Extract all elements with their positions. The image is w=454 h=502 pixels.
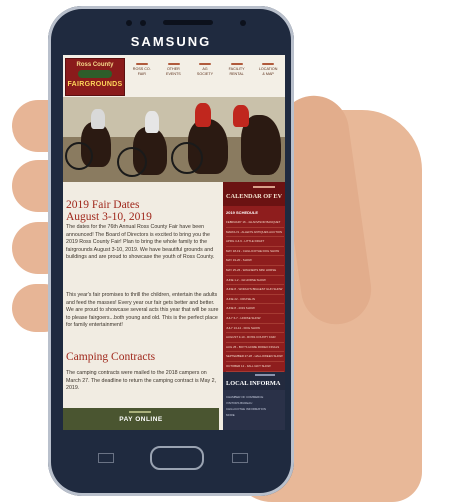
hero-image xyxy=(63,97,285,182)
back-key[interactable] xyxy=(232,453,248,463)
camping-heading: Camping Contracts xyxy=(66,351,156,363)
logo-line1: Ross County xyxy=(76,62,114,68)
local-info-link[interactable]: MORE xyxy=(226,412,284,418)
calendar-title: CALENDAR OF EV xyxy=(226,193,283,200)
schedule-label: 2019 SCHEDULE xyxy=(226,210,259,215)
nav-ornament xyxy=(262,63,275,65)
pay-online-button[interactable]: PAY ONLINE xyxy=(63,408,219,430)
logo-line2: FAIRGROUNDS xyxy=(67,81,123,88)
nav-label: RENTAL xyxy=(229,72,244,76)
rider-shape xyxy=(91,109,105,129)
nav-item-ross-co-fair[interactable]: ROSS CO. FAIR xyxy=(126,63,158,91)
pay-online-label: PAY ONLINE xyxy=(119,416,163,423)
local-ornament xyxy=(255,374,275,376)
local-info-title: LOCAL INFORMA xyxy=(226,380,281,387)
pay-ornament xyxy=(129,411,151,413)
nav-ornament xyxy=(199,63,212,65)
phone-screen: Ross County FAIRGROUNDS ROSS CO. FAIR OT… xyxy=(63,55,285,430)
calendar-event-link[interactable]: JUNE 8 - WORLD'S BIGGEST GUN SHOW xyxy=(226,285,284,295)
nav-label: & MAP xyxy=(262,72,274,76)
phone-brand: SAMSUNG xyxy=(130,34,212,49)
logo-emblem xyxy=(78,70,112,78)
calendar-event-link[interactable]: JUNE 1-2 - 4H HORSE SHOW xyxy=(226,276,284,286)
nav-label: FAIR xyxy=(137,72,146,76)
nav-item-location-map[interactable]: LOCATION & MAP xyxy=(252,63,284,91)
main-content: 2019 Fair Dates August 3-10, 2019 The da… xyxy=(63,182,223,430)
nav-item-other-events[interactable]: OTHER EVENTS xyxy=(158,63,190,91)
rider-shape xyxy=(145,111,159,133)
nav-item-facility-rental[interactable]: FACILITY RENTAL xyxy=(221,63,253,91)
camping-text: The camping contracts were mailed to the… xyxy=(66,370,217,392)
nav-ornament xyxy=(230,63,243,65)
nav-ornament xyxy=(167,63,180,65)
calendar-event-link[interactable]: APRIL 4 & 6 - LITTLE DRAFT xyxy=(226,237,284,247)
fair-dates-heading: 2019 Fair Dates August 3-10, 2019 xyxy=(66,199,218,223)
calendar-list: FEBRUARY 16 - 4H ADVISOR BANQUET MARCH 9 … xyxy=(226,218,284,391)
main-nav: ROSS CO. FAIR OTHER EVENTS AG SOCIETY FA… xyxy=(126,63,284,91)
site-header: Ross County FAIRGROUNDS ROSS CO. FAIR OT… xyxy=(63,55,285,98)
calendar-event-link[interactable]: SEPTEMBER 27-28 - HALLOWEEN SHOW xyxy=(226,352,284,362)
camera-dot xyxy=(126,20,132,26)
nav-label: SOCIETY xyxy=(196,72,214,76)
calendar-event-link[interactable]: MAY 18-19 - CHILLICOTHE DOG SHOW xyxy=(226,247,284,257)
nav-label: EVENTS xyxy=(166,72,181,76)
rider-shape xyxy=(195,103,211,127)
local-info-panel: LOCAL INFORMA CHAMBER OF COMMERCE VISITOR… xyxy=(223,372,285,430)
fair-dates-text: The dates for the 76th Annual Ross Count… xyxy=(66,224,215,261)
fair-promo-text: This year's fair promises to thrill the … xyxy=(66,292,219,329)
front-camera xyxy=(240,20,246,26)
home-button[interactable] xyxy=(150,446,204,470)
calendar-event-link[interactable]: JULY 13-14 - DOG SHOW xyxy=(226,324,284,334)
nav-ornament xyxy=(136,63,148,65)
sulky-wheel xyxy=(171,142,203,174)
recent-apps-key[interactable] xyxy=(98,453,114,463)
calendar-event-link[interactable]: FEBRUARY 16 - 4H ADVISOR BANQUET xyxy=(226,218,284,228)
calendar-event-link[interactable]: AUGUST 3-10 - ROSS COUNTY FAIR xyxy=(226,333,284,343)
calendar-ornament xyxy=(253,186,275,188)
calendar-event-link[interactable]: MAY 25-26 - WAGNER'S MINI HORSE xyxy=(226,266,284,276)
sidebar: CALENDAR OF EV 2019 SCHEDULE FEBRUARY 16… xyxy=(223,182,285,430)
calendar-header: CALENDAR OF EV xyxy=(223,182,285,206)
sulky-wheel xyxy=(117,147,147,177)
nav-item-ag-society[interactable]: AG SOCIETY xyxy=(189,63,221,91)
calendar-event-link[interactable]: JULY 6-7 - HORSE SHOW xyxy=(226,314,284,324)
calendar-event-link[interactable]: JUNE 8 - 2019 SHOW xyxy=(226,304,284,314)
calendar-event-link[interactable]: MARCH 9 - ALLEN'S ANTIQUES AUCTION xyxy=(226,228,284,238)
local-info-list: CHAMBER OF COMMERCE VISITORS BUREAU CHILLI… xyxy=(226,394,284,418)
rider-shape xyxy=(233,105,249,127)
fair-title-line2: August 3-10, 2019 xyxy=(66,211,152,223)
local-info-header: LOCAL INFORMA xyxy=(223,372,285,390)
calendar-event-link[interactable]: OCTOBER 12 - FALL GIFT SHOW xyxy=(226,362,284,372)
calendar-event-link[interactable]: AUG 25 - BOY'S HOME RODEO FINALS xyxy=(226,343,284,353)
calendar-event-link[interactable]: JUNE 22 - CRUISE-IN xyxy=(226,295,284,305)
calendar-event-link[interactable]: MAY 19-20 - SHOW xyxy=(226,256,284,266)
sulky-wheel xyxy=(65,142,93,170)
sensor-dot xyxy=(140,20,146,26)
calendar-panel: CALENDAR OF EV 2019 SCHEDULE FEBRUARY 16… xyxy=(223,182,285,391)
earpiece xyxy=(163,20,213,25)
site-logo[interactable]: Ross County FAIRGROUNDS xyxy=(65,58,125,96)
fair-title-line1: 2019 Fair Dates xyxy=(66,199,140,211)
